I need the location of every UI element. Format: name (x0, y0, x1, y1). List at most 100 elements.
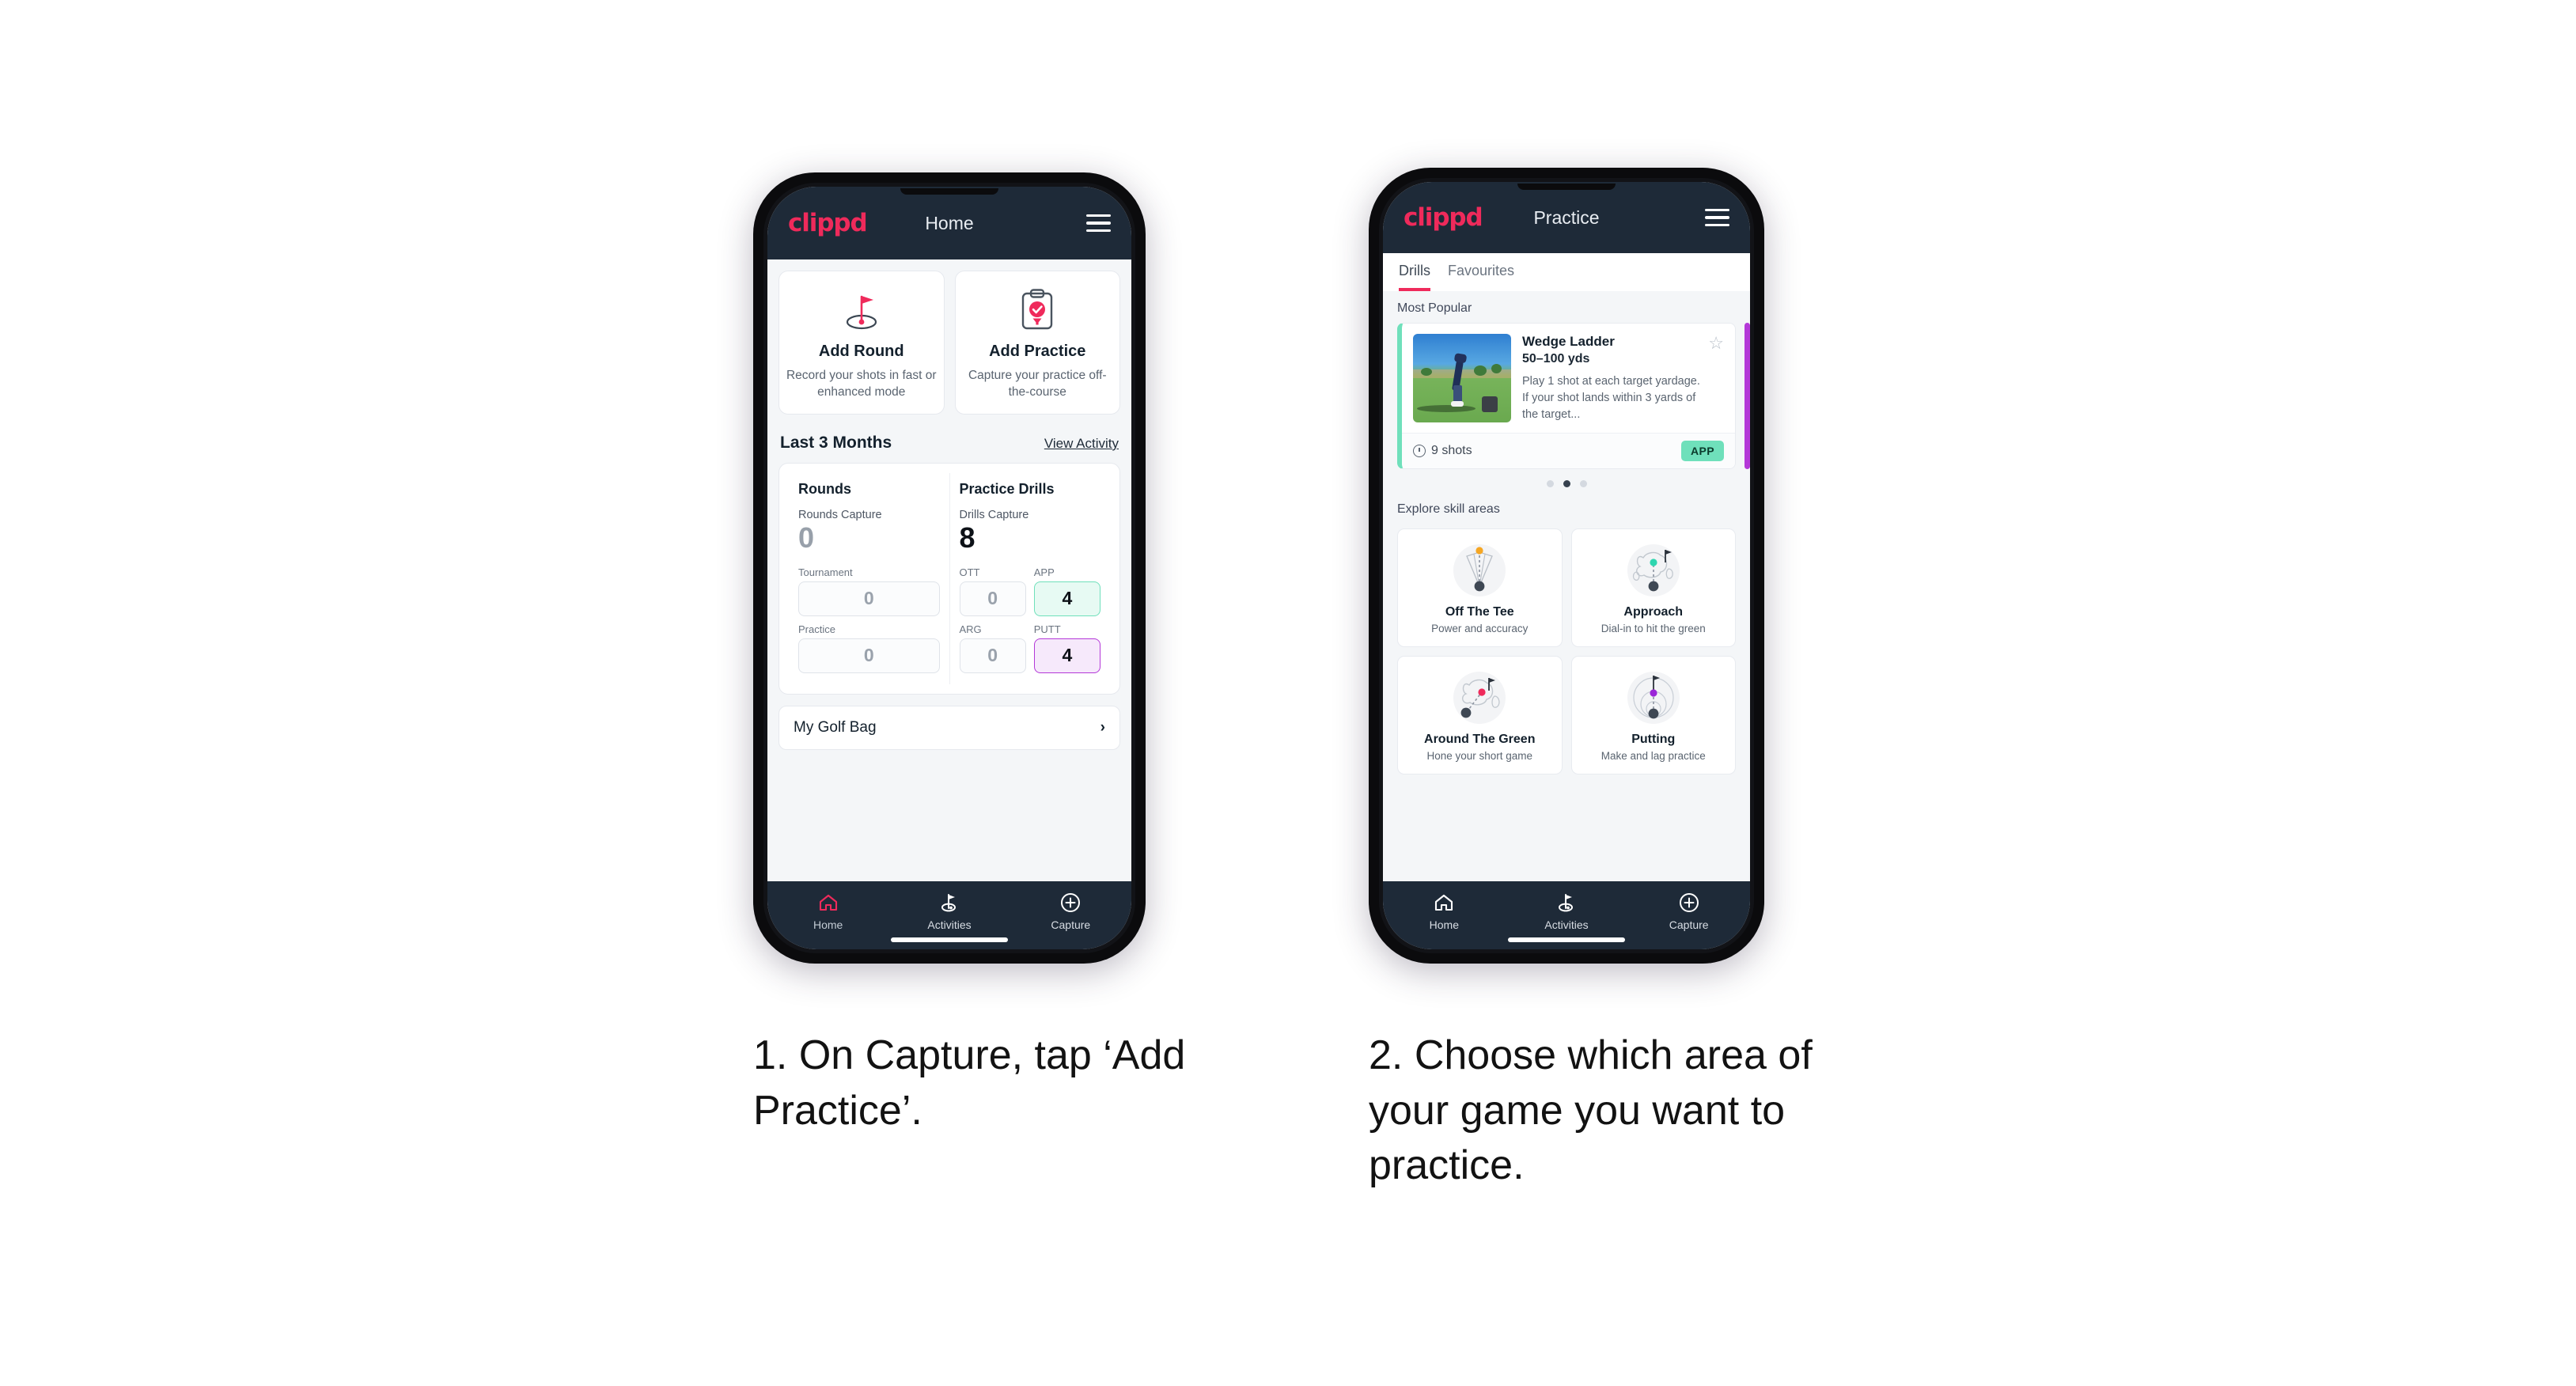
nav-item-home-label: Home (813, 918, 843, 931)
skill-title: Putting (1631, 732, 1676, 746)
app-header: clippd Home (767, 187, 1131, 259)
phone-screen-practice: clippd Practice Drills Favourites Most P… (1383, 182, 1750, 949)
golf-flag-icon (1506, 891, 1628, 915)
nav-item-capture[interactable]: Capture (1627, 891, 1750, 931)
nav-item-activities-label: Activities (927, 918, 972, 931)
tab-favourites[interactable]: Favourites (1448, 263, 1514, 291)
skill-subtitle: Dial-in to hit the green (1601, 622, 1706, 634)
putting-icon (1578, 667, 1729, 729)
add-practice-title: Add Practice (989, 343, 1086, 360)
caption-step-one: 1. On Capture, tap ‘Add Practice’. (753, 1032, 1186, 1134)
skill-title: Approach (1623, 604, 1684, 619)
next-card-peek[interactable] (1744, 323, 1750, 469)
drills-title: Practice Drills (959, 480, 1055, 497)
app-header: clippd Practice (1383, 182, 1750, 253)
rounds-capture-value: 0 (798, 521, 815, 554)
bottom-nav-home: Home Activities Capture (767, 881, 1131, 949)
section-title: Last 3 Months (780, 433, 892, 452)
plus-circle-icon (1010, 891, 1131, 915)
plus-circle-icon (1627, 891, 1750, 915)
nav-item-home[interactable]: Home (767, 891, 888, 931)
field-putt-value[interactable]: 4 (1033, 638, 1100, 673)
skill-title: Around The Green (1424, 732, 1536, 746)
drill-card[interactable]: ☆ Wedge Ladder 50–100 yds Play 1 shot at… (1397, 323, 1736, 469)
carousel-dot[interactable] (1546, 479, 1554, 487)
hamburger-icon[interactable] (1086, 214, 1111, 233)
tab-drills[interactable]: Drills (1399, 263, 1430, 291)
carousel-dot[interactable] (1579, 479, 1587, 487)
practice-content: Most Popular ☆ Wedge Ladder 50–100 yds P… (1383, 291, 1750, 881)
skill-card-off-the-tee[interactable]: Off The Tee Power and accuracy (1397, 528, 1563, 647)
notch (900, 188, 998, 195)
drill-shots-label: 9 shots (1431, 443, 1472, 457)
view-activity-link[interactable]: View Activity (1044, 436, 1119, 452)
hamburger-icon[interactable] (1705, 208, 1729, 227)
around-the-green-icon (1404, 667, 1555, 729)
home-icon (767, 891, 888, 915)
drill-yardage: 50–100 yds (1522, 352, 1590, 366)
skill-areas-grid: Off The Tee Power and accuracy Approach … (1383, 524, 1750, 786)
field-putt[interactable]: PUTT 4 (1033, 623, 1100, 673)
nav-item-activities[interactable]: Activities (1506, 891, 1628, 931)
star-outline-icon[interactable]: ☆ (1708, 335, 1724, 352)
field-arg-value[interactable]: 0 (959, 638, 1026, 673)
clippd-logo[interactable]: clippd (788, 209, 868, 237)
phone-mockup-home: clippd Home Add Round Record your shots … (753, 172, 1146, 964)
field-app-label: APP (1033, 566, 1055, 578)
phone-bezel: clippd Home Add Round Record your shots … (763, 183, 1135, 953)
tutorial-screenshot: clippd Home Add Round Record your shots … (0, 0, 2576, 1386)
phone-bezel: clippd Practice Drills Favourites Most P… (1379, 178, 1754, 953)
rounds-column: Rounds Rounds Capture 0 Tournament 0 Pra… (789, 473, 949, 684)
status-badge: APP (1681, 440, 1724, 461)
field-arg-label: ARG (959, 623, 982, 635)
nav-item-capture[interactable]: Capture (1010, 891, 1131, 931)
drill-title: Wedge Ladder (1522, 334, 1615, 349)
home-content: Add Round Record your shots in fast or e… (767, 259, 1131, 881)
field-app-value[interactable]: 4 (1033, 581, 1100, 616)
add-round-card[interactable]: Add Round Record your shots in fast or e… (778, 271, 945, 415)
field-practice[interactable]: Practice 0 (798, 623, 940, 673)
stats-card: Rounds Rounds Capture 0 Tournament 0 Pra… (778, 462, 1120, 695)
skill-card-around-the-green[interactable]: Around The Green Hone your short game (1397, 655, 1563, 774)
drills-fields: OTT 0 APP 4 ARG 0 PUTT 4 (959, 566, 1100, 673)
field-ott-value[interactable]: 0 (959, 581, 1026, 616)
nav-item-capture-label: Capture (1051, 918, 1091, 931)
drill-meta: ☆ Wedge Ladder 50–100 yds Play 1 shot at… (1522, 334, 1724, 423)
drills-capture-label: Drills Capture (959, 508, 1029, 521)
add-practice-subtitle: Capture your practice off-the-course (968, 369, 1107, 400)
nav-item-activities-label: Activities (1544, 918, 1589, 931)
drill-description: Play 1 shot at each target yardage. If y… (1522, 375, 1700, 421)
clipboard-check-icon (962, 287, 1114, 333)
notch (1517, 184, 1616, 190)
drill-carousel[interactable]: ☆ Wedge Ladder 50–100 yds Play 1 shot at… (1383, 323, 1750, 469)
phone-screen-home: clippd Home Add Round Record your shots … (767, 187, 1131, 949)
skill-card-putting[interactable]: Putting Make and lag practice (1570, 655, 1736, 774)
drill-card-body: ☆ Wedge Ladder 50–100 yds Play 1 shot at… (1402, 324, 1735, 433)
drill-thumbnail (1413, 334, 1511, 422)
home-icon (1383, 891, 1506, 915)
clock-icon (1413, 444, 1426, 457)
section-header: Last 3 Months View Activity (778, 415, 1120, 463)
carousel-dot-active[interactable] (1563, 479, 1570, 487)
skill-card-approach[interactable]: Approach Dial-in to hit the green (1570, 528, 1736, 647)
drill-shots: 9 shots (1413, 444, 1472, 458)
clippd-logo[interactable]: clippd (1404, 203, 1483, 232)
add-practice-card[interactable]: Add Practice Capture your practice off-t… (954, 271, 1120, 415)
chevron-right-icon: › (1100, 719, 1105, 737)
nav-item-capture-label: Capture (1669, 918, 1709, 931)
field-practice-value[interactable]: 0 (798, 638, 940, 673)
phone-mockup-practice: clippd Practice Drills Favourites Most P… (1369, 168, 1764, 964)
field-ott[interactable]: OTT 0 (959, 566, 1026, 616)
nav-item-home[interactable]: Home (1383, 891, 1506, 931)
add-round-subtitle: Record your shots in fast or enhanced mo… (786, 369, 937, 400)
my-golf-bag-row[interactable]: My Golf Bag › (778, 705, 1120, 750)
field-tournament[interactable]: Tournament 0 (798, 566, 940, 616)
add-round-title: Add Round (818, 343, 904, 360)
explore-skill-areas-label: Explore skill areas (1397, 502, 1500, 516)
field-arg[interactable]: ARG 0 (959, 623, 1026, 673)
rounds-capture-label: Rounds Capture (798, 508, 882, 521)
field-app[interactable]: APP 4 (1033, 566, 1100, 616)
field-tournament-value[interactable]: 0 (798, 581, 940, 616)
nav-item-activities[interactable]: Activities (888, 891, 1010, 931)
carousel-dots[interactable] (1383, 469, 1750, 492)
